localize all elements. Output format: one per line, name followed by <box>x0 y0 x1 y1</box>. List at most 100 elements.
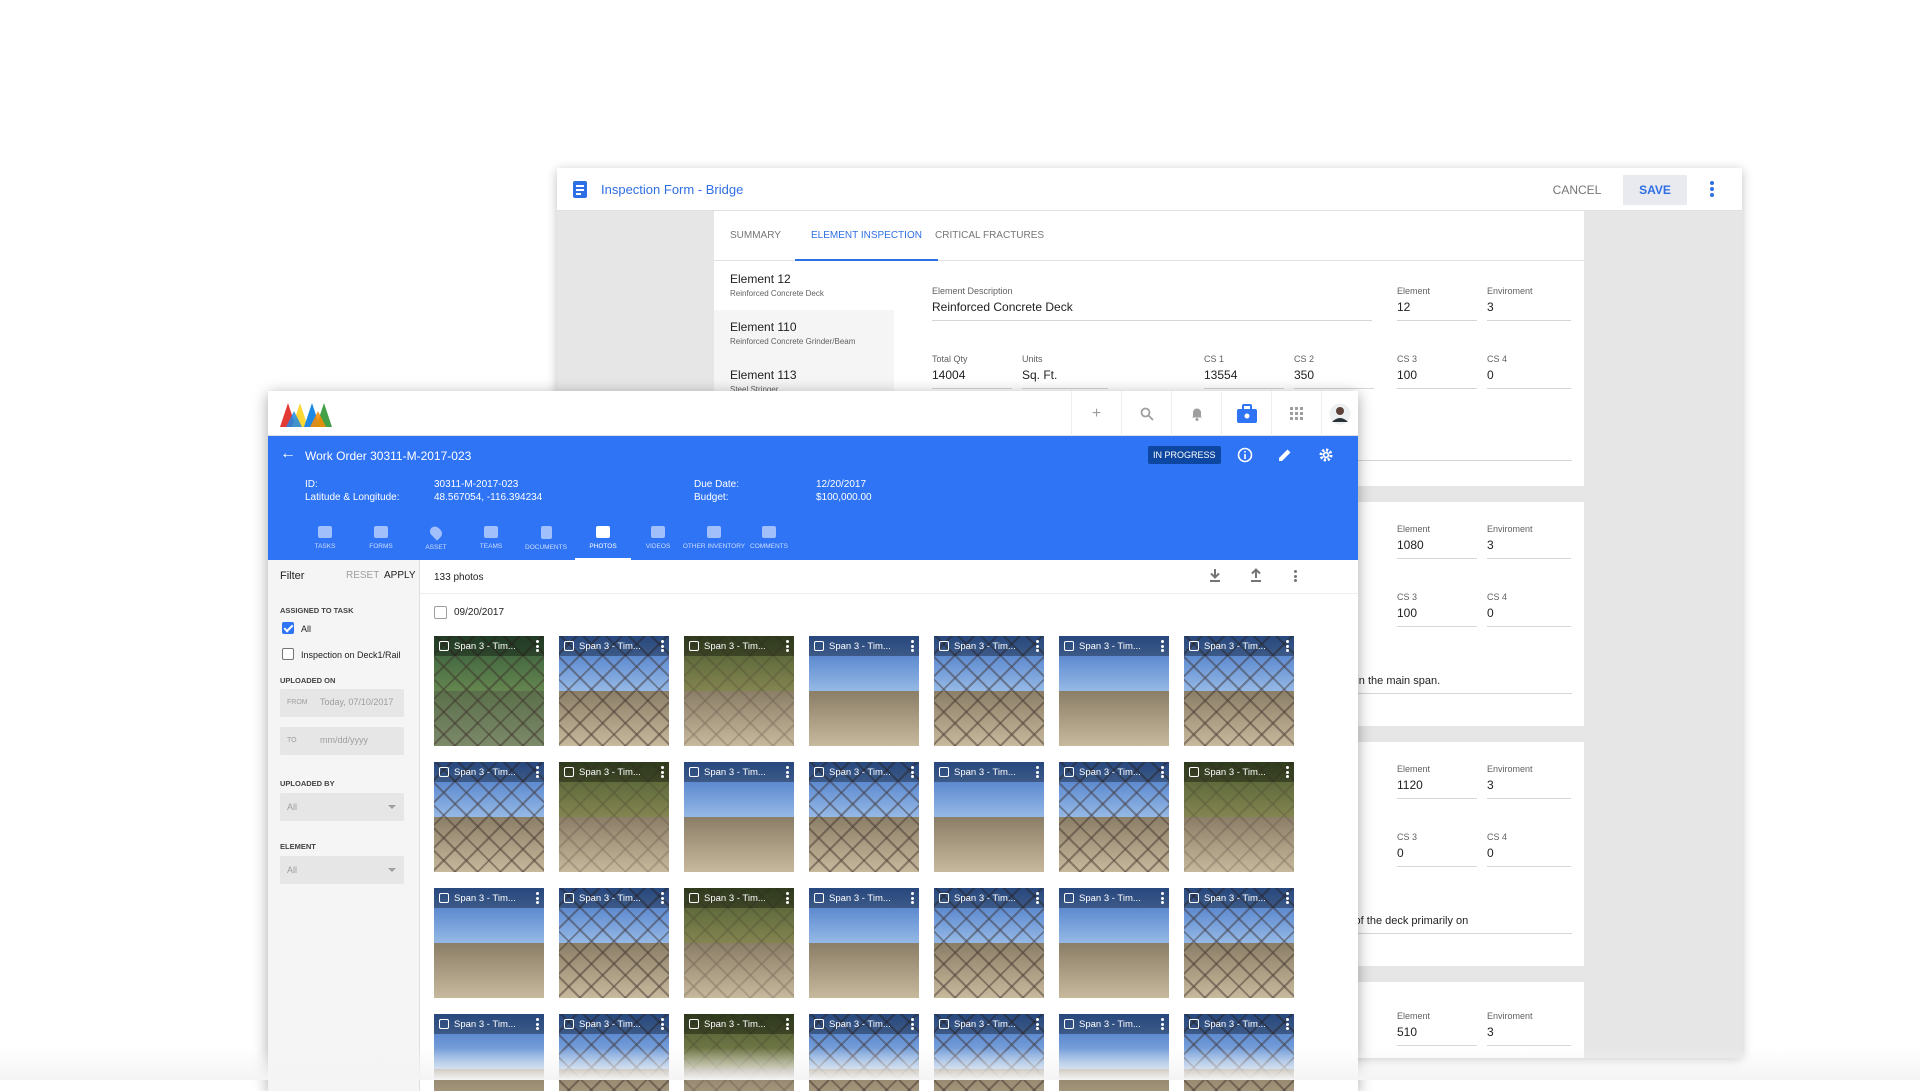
cs3-field[interactable]: CS 3 0 <box>1397 832 1477 867</box>
photo-checkbox[interactable] <box>689 893 699 903</box>
photo-checkbox[interactable] <box>1189 641 1199 651</box>
cs1-field[interactable]: CS 1 13554 <box>1204 354 1284 389</box>
select-date-group-checkbox[interactable] <box>434 606 447 619</box>
element-number-field[interactable]: Element 12 <box>1397 286 1477 321</box>
tab-documents[interactable]: DOCUMENTS <box>518 518 574 560</box>
more-vert-icon[interactable] <box>1286 1018 1289 1030</box>
photo-thumbnail[interactable]: Span 3 - Tim... <box>434 762 544 872</box>
element-list-item[interactable]: Element 110 Reinforced Concrete Grinder/… <box>714 310 894 358</box>
to-date-field[interactable]: TO mm/dd/yyyy <box>280 727 404 755</box>
more-vert-icon[interactable] <box>1036 640 1039 652</box>
photo-thumbnail[interactable]: Span 3 - Tim... <box>434 636 544 746</box>
more-vert-icon[interactable] <box>786 766 789 778</box>
photo-checkbox[interactable] <box>1064 641 1074 651</box>
element-list-item[interactable]: Element 12 Reinforced Concrete Deck <box>714 262 894 310</box>
save-button[interactable]: SAVE <box>1623 175 1687 205</box>
photo-thumbnail[interactable]: Span 3 - Tim... <box>434 888 544 998</box>
settings-gear-icon[interactable] <box>1315 444 1337 466</box>
photo-thumbnail[interactable]: Span 3 - Tim... <box>809 636 919 746</box>
tab-summary[interactable]: SUMMARY <box>714 211 797 261</box>
tab-teams[interactable]: TEAMS <box>463 518 519 560</box>
tab-element-inspection[interactable]: ELEMENT INSPECTION <box>795 211 938 261</box>
avatar[interactable] <box>1321 391 1358 436</box>
download-icon[interactable] <box>1206 568 1224 586</box>
photo-thumbnail[interactable]: Span 3 - Tim... <box>1184 636 1294 746</box>
photo-checkbox[interactable] <box>814 893 824 903</box>
info-icon[interactable] <box>1234 444 1256 466</box>
more-vert-icon[interactable] <box>786 892 789 904</box>
photo-thumbnail[interactable]: Span 3 - Tim... <box>1059 762 1169 872</box>
more-vert-icon[interactable] <box>1286 766 1289 778</box>
photo-checkbox[interactable] <box>564 767 574 777</box>
cs3-field[interactable]: CS 3 100 <box>1397 354 1477 389</box>
cs4-field[interactable]: CS 4 0 <box>1487 592 1571 627</box>
briefcase-icon[interactable] <box>1221 391 1271 436</box>
photo-checkbox[interactable] <box>1064 1019 1074 1029</box>
bell-icon[interactable] <box>1171 391 1221 436</box>
photo-thumbnail[interactable]: Span 3 - Tim... <box>1184 762 1294 872</box>
from-date-field[interactable]: FROM Today, 07/10/2017 <box>280 689 404 717</box>
photo-checkbox[interactable] <box>814 1019 824 1029</box>
photo-thumbnail[interactable]: Span 3 - Tim... <box>809 888 919 998</box>
photo-thumbnail[interactable]: Span 3 - Tim... <box>934 762 1044 872</box>
photo-thumbnail[interactable]: Span 3 - Tim... <box>684 888 794 998</box>
back-arrow-icon[interactable]: ← <box>280 445 296 463</box>
photo-checkbox[interactable] <box>564 641 574 651</box>
photo-thumbnail[interactable]: Span 3 - Tim... <box>1059 636 1169 746</box>
more-vert-icon[interactable] <box>911 892 914 904</box>
photo-thumbnail[interactable]: Span 3 - Tim... <box>934 888 1044 998</box>
photo-checkbox[interactable] <box>1189 893 1199 903</box>
more-vert-icon[interactable] <box>1161 640 1164 652</box>
reset-button[interactable]: RESET <box>346 570 379 581</box>
tab-photos[interactable]: PHOTOS <box>575 518 631 560</box>
add-icon[interactable]: + <box>1071 391 1121 436</box>
element-number-field[interactable]: Element 1080 <box>1397 524 1477 559</box>
photo-thumbnail[interactable]: Span 3 - Tim... <box>559 636 669 746</box>
cancel-button[interactable]: CANCEL <box>1542 175 1612 205</box>
more-vert-icon[interactable] <box>536 1018 539 1030</box>
environment-field[interactable]: Enviroment 3 <box>1487 764 1571 799</box>
photo-thumbnail[interactable]: Span 3 - Tim... <box>684 762 794 872</box>
photo-checkbox[interactable] <box>1189 1019 1199 1029</box>
more-vert-icon[interactable] <box>1161 1018 1164 1030</box>
element-number-field[interactable]: Element 510 <box>1397 1011 1477 1046</box>
environment-field[interactable]: Enviroment 3 <box>1487 1011 1571 1046</box>
photo-checkbox[interactable] <box>689 767 699 777</box>
uploaded-by-select[interactable]: All <box>280 793 404 821</box>
more-vert-icon[interactable] <box>661 1018 664 1030</box>
edit-pencil-icon[interactable] <box>1274 444 1296 466</box>
photo-checkbox[interactable] <box>939 641 949 651</box>
tab-forms[interactable]: FORMS <box>353 518 409 560</box>
more-vert-icon[interactable] <box>1036 892 1039 904</box>
photo-checkbox[interactable] <box>689 1019 699 1029</box>
photo-checkbox[interactable] <box>564 1019 574 1029</box>
environment-field[interactable]: Enviroment 3 <box>1487 524 1571 559</box>
more-vert-icon[interactable] <box>1036 1018 1039 1030</box>
photo-checkbox[interactable] <box>814 641 824 651</box>
more-vert-icon[interactable] <box>661 766 664 778</box>
more-vert-icon[interactable] <box>1705 181 1719 199</box>
photo-checkbox[interactable] <box>564 893 574 903</box>
more-vert-icon[interactable] <box>911 766 914 778</box>
tab-comments[interactable]: COMMENTS <box>741 518 797 560</box>
cs4-field[interactable]: CS 4 0 <box>1487 354 1571 389</box>
more-vert-icon[interactable] <box>786 1018 789 1030</box>
photo-checkbox[interactable] <box>439 767 449 777</box>
more-vert-icon[interactable] <box>786 640 789 652</box>
photo-checkbox[interactable] <box>1189 767 1199 777</box>
tab-tasks[interactable]: TASKS <box>297 518 353 560</box>
upload-icon[interactable] <box>1247 568 1265 586</box>
photo-checkbox[interactable] <box>939 893 949 903</box>
cs2-field[interactable]: CS 2 350 <box>1294 354 1374 389</box>
more-vert-icon[interactable] <box>536 892 539 904</box>
photo-checkbox[interactable] <box>939 1019 949 1029</box>
tab-critical-fractures[interactable]: CRITICAL FRACTURES <box>919 211 1060 261</box>
inspection-task-checkbox[interactable] <box>282 648 294 660</box>
photo-checkbox[interactable] <box>439 641 449 651</box>
more-vert-icon[interactable] <box>911 640 914 652</box>
photo-checkbox[interactable] <box>939 767 949 777</box>
more-vert-icon[interactable] <box>536 640 539 652</box>
more-vert-icon[interactable] <box>1286 568 1304 586</box>
apps-grid-icon[interactable] <box>1271 391 1321 436</box>
search-icon[interactable] <box>1121 391 1171 436</box>
